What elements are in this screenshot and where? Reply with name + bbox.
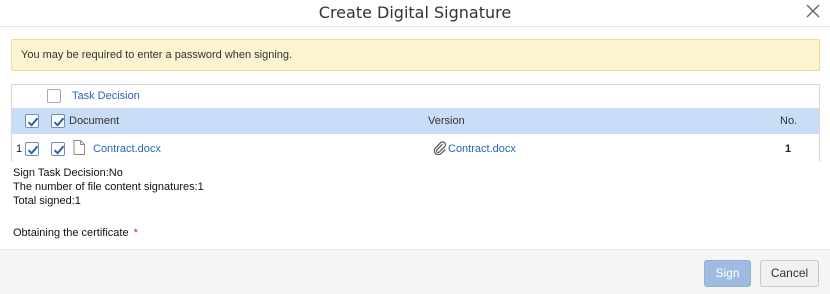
password-notice: You may be required to enter a password … (11, 39, 820, 71)
select-all-rows-checkbox[interactable] (25, 114, 39, 128)
table-row: 1 Contract.docx Contract.docx 1 (12, 134, 819, 162)
document-link[interactable]: Contract.docx (93, 143, 161, 155)
certificate-field-label: Obtaining the certificate * (13, 227, 138, 239)
attachment-icon (433, 141, 447, 158)
notice-text: You may be required to enter a password … (21, 49, 293, 61)
documents-table: Task Decision Document Version No. 1 Con… (11, 84, 820, 162)
version-column-header: Version (428, 115, 465, 127)
row-checkbox[interactable] (25, 142, 39, 156)
document-file-icon (73, 140, 85, 158)
close-icon[interactable] (804, 2, 822, 20)
sign-task-decision-text: Sign Task Decision:No (13, 167, 123, 179)
sign-button[interactable]: Sign (704, 260, 751, 287)
task-decision-checkbox[interactable] (47, 89, 61, 103)
select-all-documents-checkbox[interactable] (51, 114, 65, 128)
task-decision-row: Task Decision (12, 85, 819, 108)
task-decision-link[interactable]: Task Decision (72, 90, 140, 102)
table-header-row: Document Version No. (12, 108, 819, 134)
dialog-titlebar: Create Digital Signature (0, 0, 830, 27)
certificate-label-text: Obtaining the certificate (13, 227, 129, 239)
file-signatures-count-text: The number of file content signatures:1 (13, 181, 204, 193)
no-column-header: No. (780, 115, 798, 127)
version-link[interactable]: Contract.docx (448, 143, 516, 155)
dialog-title: Create Digital Signature (318, 3, 512, 22)
document-column-header: Document (69, 115, 120, 127)
total-signed-text: Total signed:1 (13, 195, 81, 207)
row-number: 1 (785, 143, 792, 155)
cancel-button[interactable]: Cancel (760, 260, 819, 287)
required-marker: * (133, 227, 138, 239)
row-index: 1 (16, 143, 23, 155)
document-checkbox[interactable] (51, 142, 65, 156)
